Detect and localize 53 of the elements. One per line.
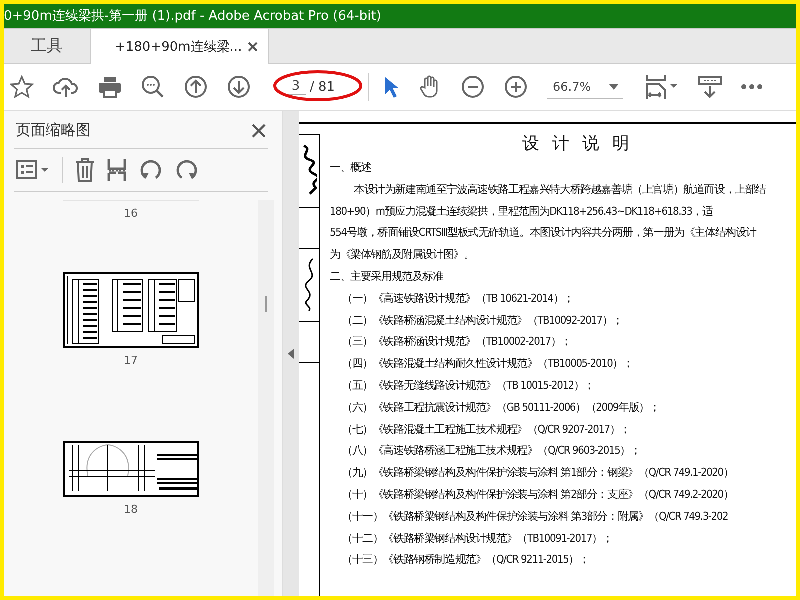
cloud-upload-icon[interactable] [53, 75, 79, 99]
fit-page-icon[interactable] [645, 74, 680, 100]
document-text-line: （八）《高速铁路桥涵工程施工技术规程》（Q/CR 9603-2015）； [341, 443, 642, 460]
page-number-label: 16 [124, 207, 138, 220]
document-text-line: 本设计为新建南通至宁波高速铁路工程嘉兴特大桥跨越嘉善塘（上官塘）航道而设，上部结 [353, 182, 766, 198]
page-number-field[interactable]: 3 [286, 79, 306, 95]
rotate-left-icon[interactable] [139, 158, 163, 182]
rotate-right-icon[interactable] [175, 158, 199, 182]
document-text-line: 180+90）m预应力混凝土连续梁拱，里程范围为DK118+256.43~DK118+618.33，适 [330, 204, 714, 220]
cursor-icon[interactable] [383, 75, 399, 99]
more-icon[interactable] [741, 84, 764, 90]
close-icon[interactable] [252, 124, 266, 138]
document-text-line: 为《梁体钢筋及附属设计图》。 [330, 247, 476, 264]
page-count: / 81 [310, 80, 336, 94]
caret-icon [609, 84, 620, 90]
document-title: 设 计 说 明 [522, 133, 634, 155]
page-thumbnail[interactable] [63, 441, 199, 497]
document-text-line: （十一）《铁路桥梁钢结构及构件保护涂装与涂料 第3部分：附属》（Q/CR 749.3-202 [341, 508, 730, 525]
zoom-out-icon[interactable] [461, 75, 485, 99]
print-icon[interactable] [98, 75, 122, 99]
zoom-in-icon[interactable] [504, 75, 528, 99]
document-text-line: （一）《高速铁路设计规范》（TB 10621-2014）； [341, 290, 575, 307]
page-thumbnail[interactable] [63, 272, 199, 348]
scrollbar[interactable] [258, 200, 274, 596]
document-text-line: （十三）《铁路钢桥制造规范》（Q/CR 9211-2015）； [341, 552, 590, 568]
next-page-icon[interactable] [227, 75, 251, 99]
tab[interactable]: +180+90m连续梁... [91, 29, 269, 64]
extract-pages-icon[interactable] [107, 158, 127, 182]
page-number-label: 17 [124, 354, 138, 367]
document-text-line: 554号墩，桥面铺设CRTSⅢ型板式无砟轨道。本图设计内容共分两册，第一册为《主体结构设计 [330, 225, 758, 242]
document-text-line: （十二）《铁路桥梁钢结构设计规范》（TB10091-2017）； [341, 530, 614, 547]
previous-page-icon[interactable] [184, 75, 208, 99]
trash-icon[interactable] [75, 158, 95, 182]
document-text-line: （五）《铁路无缝线路设计规范》（TB 10015-2012）； [341, 378, 596, 394]
document-text-line: （七）《铁路混凝土工程施工技术规程》（Q/CR 9207-2017）； [341, 422, 632, 438]
scroll-mode-icon[interactable] [698, 75, 722, 99]
page-number-label: 18 [124, 503, 138, 516]
zoom-dropdown[interactable]: 66.7% [547, 76, 624, 98]
star-icon[interactable] [10, 75, 34, 99]
document-text-line: 一、概述 [330, 160, 372, 176]
options-icon[interactable] [16, 159, 50, 181]
document-text-line: （六）《铁路工程抗震设计规范》（GB 50111-2006）（2009年版）； [341, 400, 661, 416]
document-text-line: （九）《铁路桥梁钢结构及构件保护涂装与涂料 第1部分：钢梁》（Q/CR 749.1-2020） [341, 465, 735, 482]
window-title: 0+90m连续梁拱-第一册 (1).pdf - Adobe Acrobat Pro (64-bit) [4, 8, 382, 25]
close-icon[interactable] [248, 42, 258, 52]
zoom-search-icon[interactable] [141, 75, 165, 99]
panel-title: 页面缩略图 [16, 121, 91, 140]
document-text-line: （四）《铁路混凝土结构耐久性设计规范》（TB10005-2010）； [341, 356, 634, 372]
collapse-arrow-icon[interactable] [288, 348, 294, 358]
document-text-line: （二）《铁路桥涵混凝土结构设计规范》（TB10092-2017）； [341, 312, 624, 329]
document-text-line: 二、主要采用规范及标准 [330, 268, 444, 285]
document-text-line: （三）《铁路桥涵设计规范》（TB10002-2017）； [341, 334, 572, 350]
document-text-line: （十）《铁路桥梁钢结构及构件保护涂装与涂料 第2部分：支座》（Q/CR 749.2-2020） [341, 486, 735, 503]
